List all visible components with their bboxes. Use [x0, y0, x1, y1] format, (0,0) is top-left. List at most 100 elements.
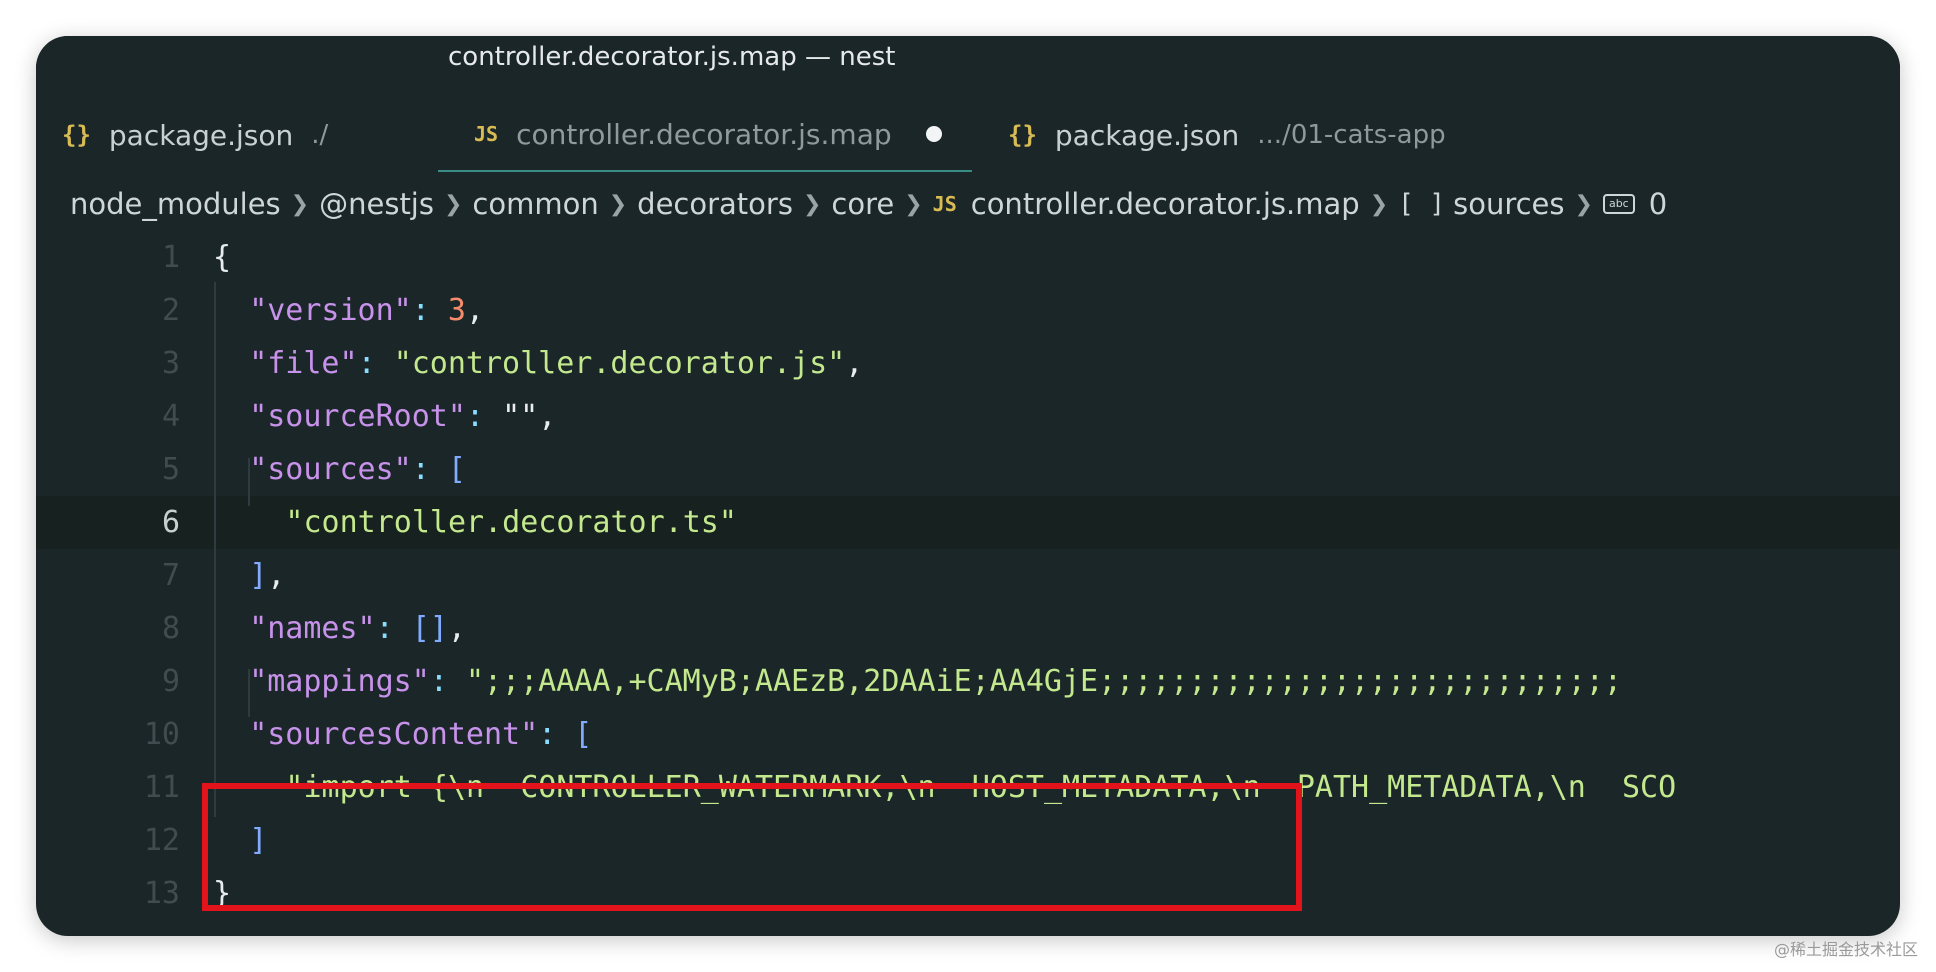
indent-guide	[214, 282, 216, 817]
tab-label: controller.decorator.js.map	[516, 117, 892, 151]
code-text: "mappings": ";;;AAAA,+CAMyB;AAEzB,2DAAiE…	[249, 655, 1622, 708]
tab-description: .../01-cats-app	[1257, 120, 1446, 150]
code-token: :	[465, 399, 503, 434]
code-line[interactable]: 7],	[36, 549, 1900, 602]
breadcrumb-item[interactable]: node_modules	[70, 187, 281, 221]
line-number: 2	[161, 293, 180, 328]
line-number: 6	[161, 505, 180, 540]
indent-guide	[248, 458, 250, 506]
chevron-right-icon: ❯	[802, 191, 822, 217]
code-text: "file": "controller.decorator.js",	[249, 337, 863, 390]
breadcrumb-item[interactable]: core	[831, 187, 894, 221]
json-braces-icon: {}	[62, 121, 91, 149]
breadcrumb-item[interactable]: controller.decorator.js.map	[971, 187, 1360, 221]
array-icon: [ ]	[1398, 189, 1446, 219]
code-token: ""	[502, 399, 539, 434]
code-token: ,	[465, 293, 484, 328]
indent-guide	[248, 669, 250, 717]
highlight-box	[202, 783, 1302, 911]
code-token: ";;;AAAA,+CAMyB;AAEzB,2DAAiE;AA4GjE;;;;;…	[465, 664, 1622, 699]
chevron-right-icon: ❯	[1574, 191, 1593, 217]
code-token: :	[411, 293, 448, 328]
code-token: "version"	[249, 293, 412, 328]
json-braces-icon: {}	[1008, 121, 1037, 149]
tab-bar: {} package.json ./ JS controller.decorat…	[36, 98, 1900, 172]
code-text: "sourcesContent": [	[249, 708, 592, 761]
line-number: 7	[161, 558, 180, 593]
window-title: controller.decorator.js.map — nest	[448, 42, 896, 72]
tab-package-json-root[interactable]: {} package.json ./	[62, 98, 328, 172]
breadcrumb-item[interactable]: common	[472, 187, 598, 221]
code-token: :	[357, 346, 394, 381]
line-number: 1	[161, 240, 180, 275]
line-number: 10	[143, 717, 180, 752]
watermark: @稀土掘金技术社区	[1773, 940, 1918, 959]
code-token: :	[411, 452, 448, 487]
code-text: {	[213, 231, 231, 284]
tab-package-json-cats-app[interactable]: {} package.json .../01-cats-app	[1008, 98, 1446, 172]
code-line[interactable]: 6 "controller.decorator.ts"	[36, 496, 1900, 549]
chevron-right-icon: ❯	[1369, 191, 1389, 217]
line-number: 5	[161, 452, 180, 487]
code-line[interactable]: 1{	[36, 231, 1900, 284]
js-file-icon: JS	[932, 192, 957, 216]
js-file-icon: JS	[474, 122, 499, 146]
code-token: "mappings"	[249, 664, 430, 699]
code-token: :	[375, 611, 412, 646]
code-line[interactable]: 4 "sourceRoot": "",	[36, 390, 1900, 443]
line-number: 3	[161, 346, 180, 381]
code-text: "version": 3,	[249, 284, 484, 337]
code-token: "file"	[249, 346, 358, 381]
code-token: ,	[447, 611, 466, 646]
code-token: ]	[249, 558, 268, 593]
code-token: "controller.decorator.js"	[393, 346, 846, 381]
code-text: "sources": [	[249, 443, 466, 496]
title-bar: controller.decorator.js.map — nest	[36, 36, 1900, 76]
breadcrumb-item[interactable]: sources	[1453, 187, 1564, 221]
line-number: 13	[143, 876, 180, 911]
code-token: ,	[845, 346, 864, 381]
tab-controller-decorator-map[interactable]: JS controller.decorator.js.map	[438, 98, 972, 172]
code-token: [	[447, 452, 466, 487]
code-token: ,	[267, 558, 286, 593]
code-editor[interactable]: 13} 12] 11 "import {\n CONTROLLER_WATERMARK…	[36, 234, 1900, 936]
code-token: ,	[538, 399, 557, 434]
code-token: "controller.decorator.ts"	[285, 505, 737, 540]
code-line[interactable]: 5 "sources": [	[36, 443, 1900, 496]
string-icon: abc	[1602, 194, 1635, 214]
breadcrumb-item[interactable]: @nestjs	[319, 187, 434, 221]
chevron-right-icon: ❯	[904, 191, 923, 217]
breadcrumb: node_modules ❯ @nestjs ❯ common ❯ decora…	[70, 174, 1890, 234]
line-number: 12	[143, 823, 180, 858]
code-line[interactable]: 10 "sourcesContent": [	[36, 708, 1900, 761]
unsaved-dot-icon[interactable]	[925, 126, 942, 142]
code-text: "controller.decorator.ts"	[285, 496, 737, 549]
code-token: "sources"	[249, 452, 412, 487]
breadcrumb-item[interactable]: 0	[1649, 187, 1667, 221]
tab-label: package.json	[1054, 118, 1240, 152]
line-number: 8	[161, 611, 180, 646]
code-token: []	[411, 611, 448, 646]
code-line[interactable]: 8 "names": [],	[36, 602, 1900, 655]
code-line[interactable]: 2 "version": 3,	[36, 284, 1900, 337]
code-text: ],	[249, 549, 285, 602]
line-number: 11	[143, 770, 180, 805]
line-number: 9	[161, 664, 180, 699]
tab-label: package.json	[108, 118, 294, 152]
code-token: [	[574, 717, 593, 752]
code-token: :	[429, 664, 466, 699]
code-token: {	[213, 240, 232, 275]
tab-description: ./	[311, 120, 329, 150]
code-token: "sourcesContent"	[249, 717, 539, 752]
code-token: :	[538, 717, 575, 752]
code-token: "names"	[249, 611, 376, 646]
editor-window: controller.decorator.js.map — nest {} pa…	[36, 36, 1900, 936]
breadcrumb-item[interactable]: decorators	[637, 187, 793, 221]
chevron-right-icon: ❯	[443, 191, 463, 217]
code-line[interactable]: 3 "file": "controller.decorator.js",	[36, 337, 1900, 390]
chevron-right-icon: ❯	[608, 191, 628, 217]
code-token: 3	[447, 293, 466, 328]
code-token: "sourceRoot"	[249, 399, 466, 434]
line-number: 4	[161, 399, 180, 434]
code-line[interactable]: 9 "mappings": ";;;AAAA,+CAMyB;AAEzB,2DAAi…	[36, 655, 1900, 708]
